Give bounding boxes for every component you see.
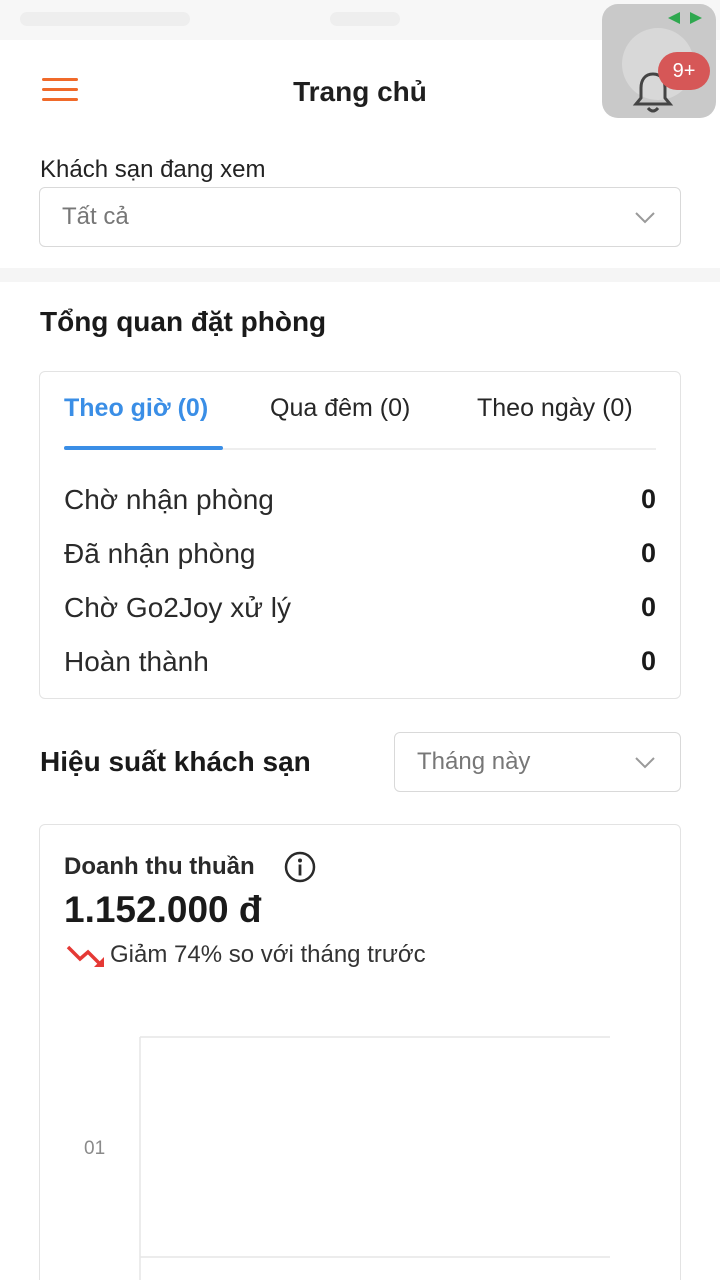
- stat-value: 0: [640, 592, 656, 622]
- stat-label: Hoàn thành: [64, 646, 209, 677]
- period-select[interactable]: Tháng này: [394, 732, 681, 792]
- stat-value: 0: [640, 538, 656, 568]
- hotel-filter-label: Khách sạn đang xem: [40, 156, 266, 183]
- stat-row-completed: Hoàn thành 0: [64, 646, 656, 686]
- stat-label: Đã nhận phòng: [64, 538, 256, 569]
- stat-value: 0: [640, 484, 656, 514]
- revenue-value: 1.152.000 đ: [64, 889, 262, 930]
- revenue-chart: 01: [40, 995, 680, 1280]
- period-select-value: Tháng này: [417, 748, 531, 775]
- tab-daily[interactable]: Theo ngày (0): [477, 394, 633, 423]
- chevron-down-icon: [635, 757, 655, 769]
- tab-overnight[interactable]: Qua đêm (0): [270, 394, 410, 423]
- stat-row-pending-go2joy: Chờ Go2Joy xử lý 0: [64, 592, 656, 632]
- stat-label: Chờ Go2Joy xử lý: [64, 592, 291, 623]
- active-tab-indicator: [64, 446, 223, 450]
- chevron-down-icon: [635, 212, 655, 224]
- tab-hourly[interactable]: Theo giờ (0): [64, 394, 208, 423]
- expand-icon[interactable]: [668, 12, 702, 26]
- section-divider: [0, 268, 720, 282]
- stat-row-checked-in: Đã nhận phòng 0: [64, 538, 656, 578]
- stat-label: Chờ nhận phòng: [64, 484, 274, 515]
- status-bar-left-icons: [20, 12, 190, 26]
- hotel-select-value: Tất cả: [62, 203, 129, 230]
- trend-down-icon: [66, 945, 104, 967]
- chart-y-tick-label: 01: [84, 1138, 105, 1159]
- performance-title: Hiệu suất khách sạn: [40, 746, 311, 777]
- stat-value: 0: [640, 646, 656, 676]
- notification-badge: 9+: [658, 52, 710, 90]
- revenue-chart-svg: 01: [84, 1036, 610, 1280]
- revenue-card: Doanh thu thuần 1.152.000 đ Giảm 74% so …: [39, 824, 681, 1280]
- notification-button[interactable]: 9+: [602, 4, 716, 118]
- info-icon[interactable]: [284, 851, 316, 883]
- stat-row-pending-checkin: Chờ nhận phòng 0: [64, 484, 656, 524]
- booking-overview-title: Tổng quan đặt phòng: [40, 306, 327, 337]
- hotel-select[interactable]: Tất cả: [39, 187, 681, 247]
- booking-tabs: Theo giờ (0) Qua đêm (0) Theo ngày (0): [64, 394, 656, 450]
- revenue-label: Doanh thu thuần: [64, 853, 255, 880]
- status-bar-center-icons: [330, 12, 400, 26]
- booking-overview-card: Theo giờ (0) Qua đêm (0) Theo ngày (0) C…: [39, 371, 681, 699]
- trend-text: Giảm 74% so với tháng trước: [110, 941, 426, 968]
